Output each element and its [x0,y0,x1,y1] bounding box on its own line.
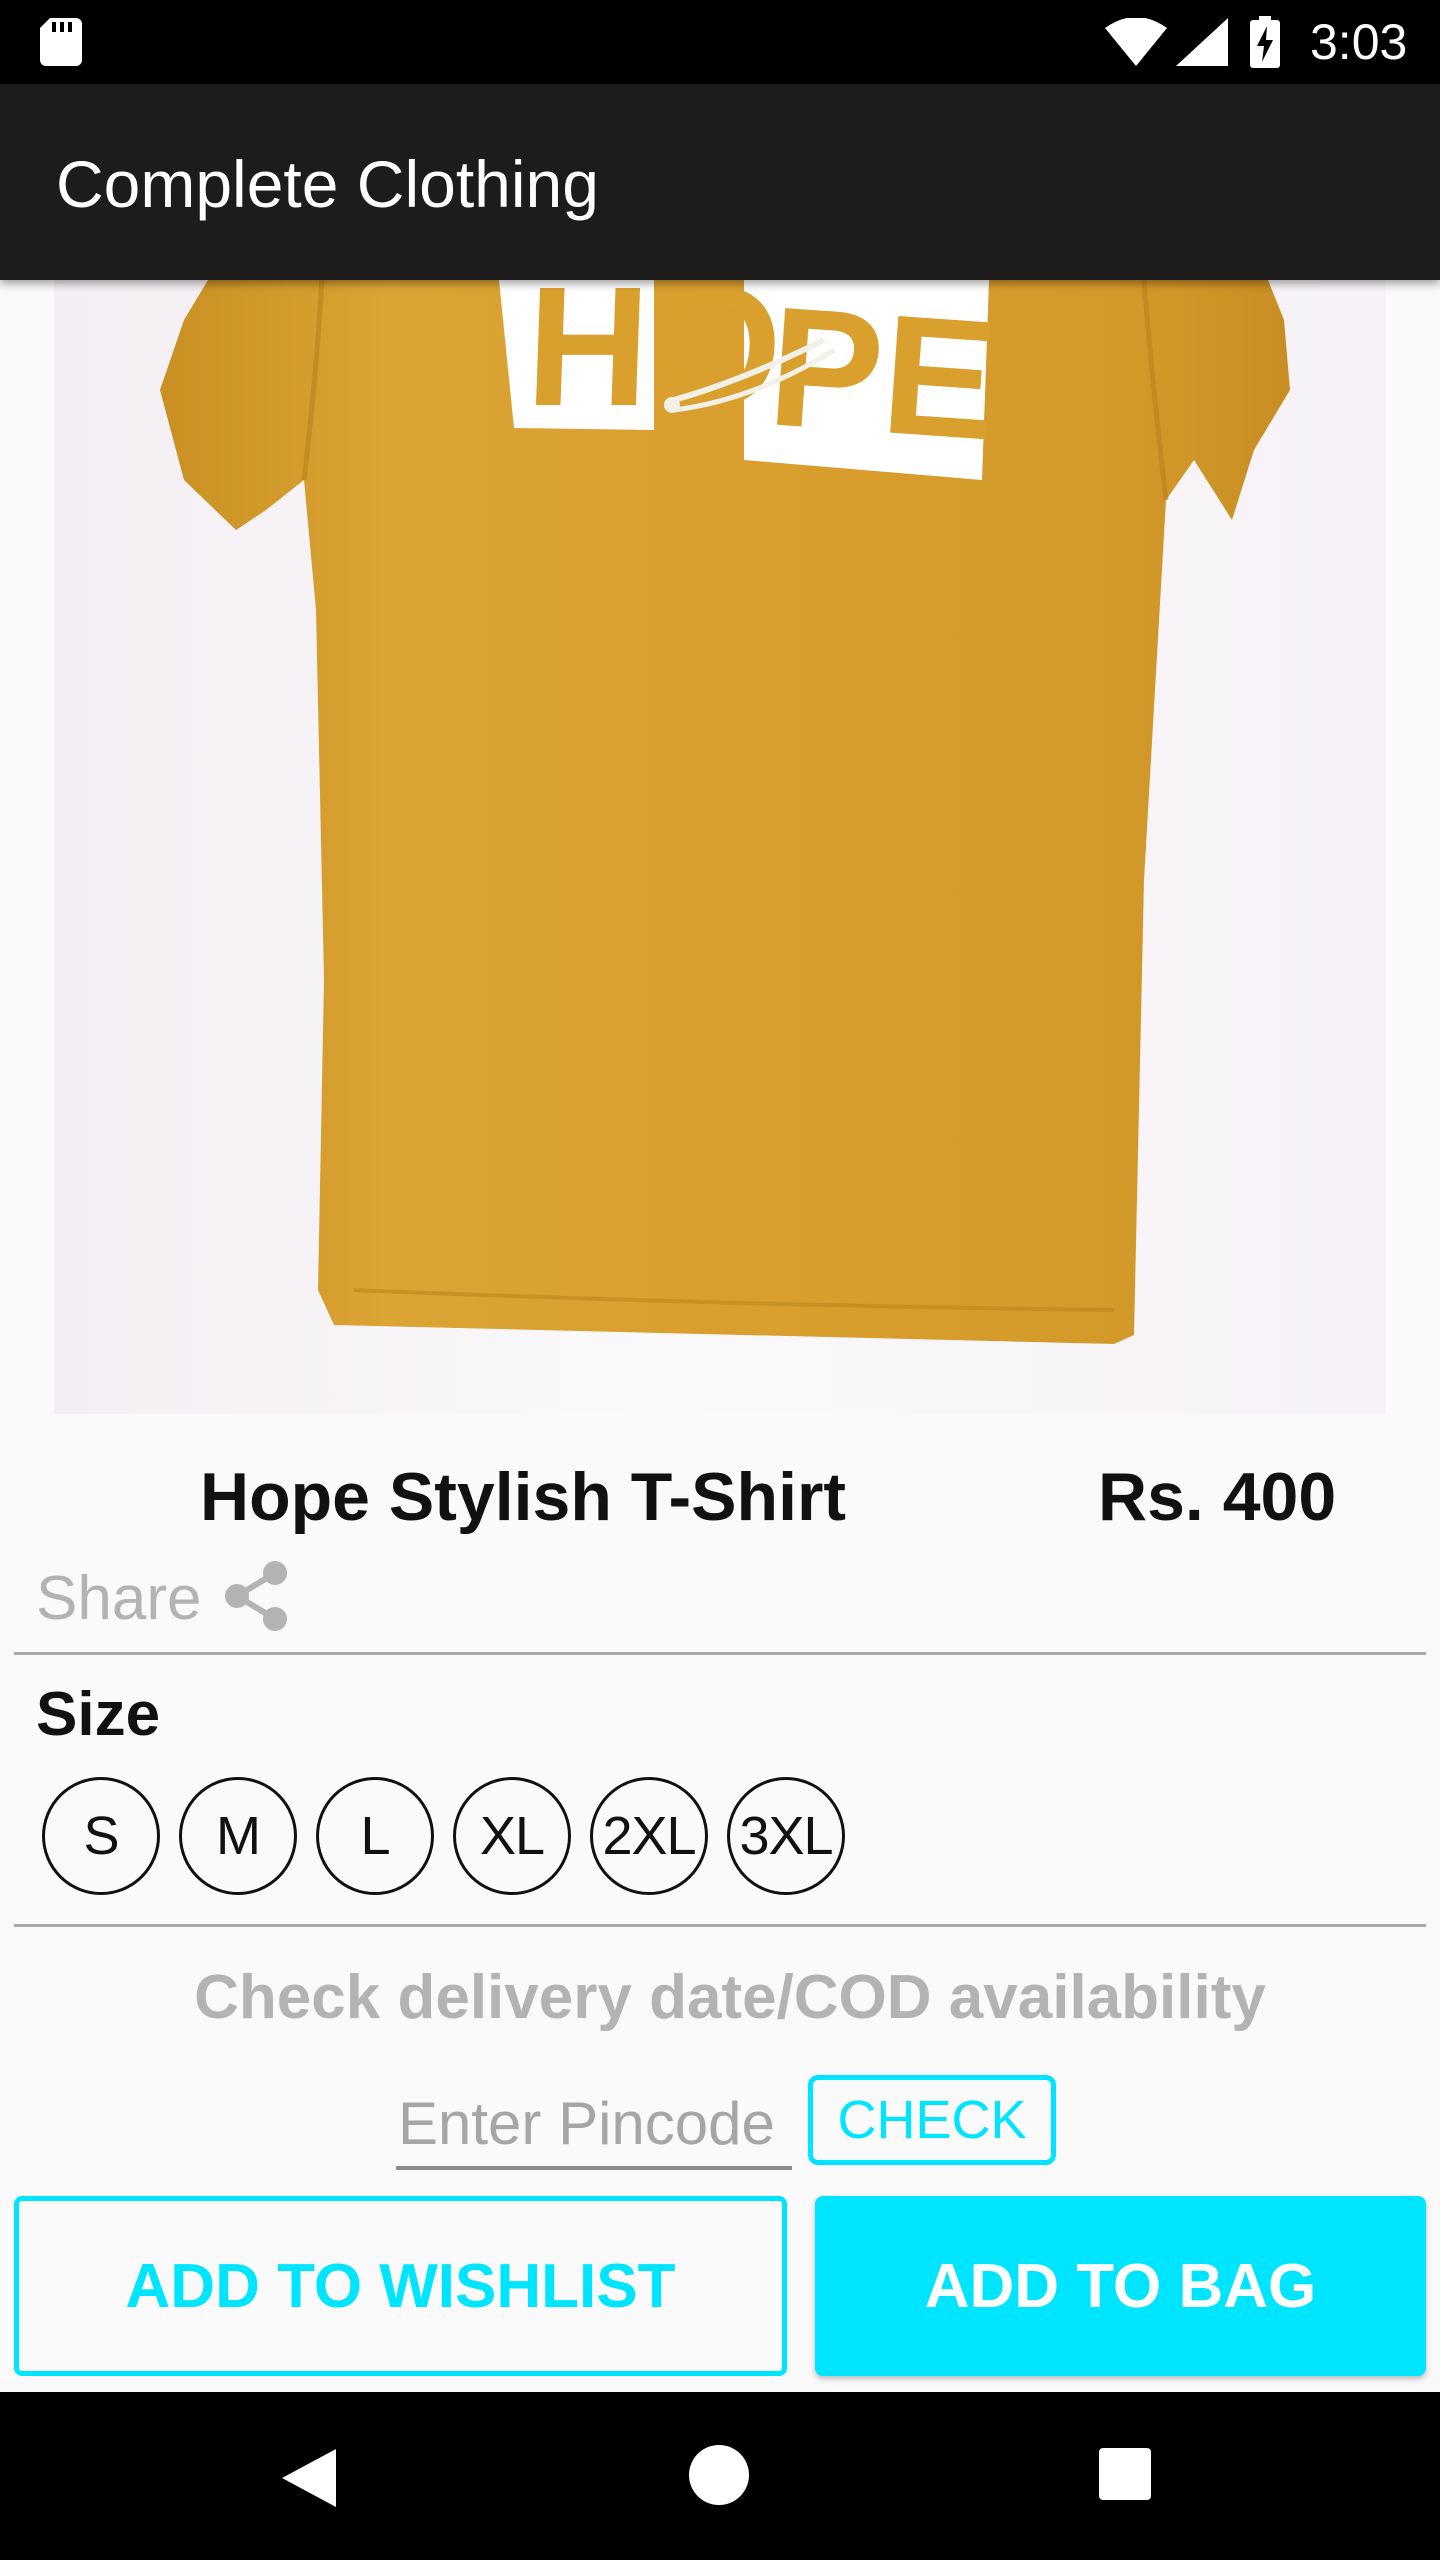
battery-charging-icon [1250,16,1280,73]
print-letters-left: HO [523,280,785,442]
status-time: 3:03 [1310,14,1408,70]
check-pincode-button[interactable]: CHECK [808,2075,1056,2165]
size-label: Size [36,1680,161,1749]
home-icon[interactable] [689,2445,749,2505]
size-options: S M L XL 2XL 3XL [42,1777,864,1895]
signal-icon [1176,18,1228,71]
back-icon[interactable] [282,2449,336,2512]
add-to-wishlist-button[interactable]: ADD TO WISHLIST [14,2196,787,2376]
product-price: Rs. 400 [1098,1459,1337,1535]
t-shirt-illustration: HO PE [160,280,1290,1344]
app-title: Complete Clothing [56,147,599,221]
pincode-input[interactable] [396,2080,792,2170]
app-bar: Complete Clothing [0,84,1440,280]
size-option-2xl[interactable]: 2XL [590,1777,708,1895]
divider [14,1652,1426,1655]
add-to-bag-button[interactable]: ADD TO BAG [815,2196,1426,2376]
product-name: Hope Stylish T-Shirt [200,1459,847,1535]
size-option-l[interactable]: L [316,1777,434,1895]
wifi-icon [1105,17,1167,71]
product-image[interactable]: HO PE [54,280,1386,1414]
divider [14,1924,1426,1927]
size-option-s[interactable]: S [42,1777,160,1895]
sd-card-icon [40,18,82,71]
print-letters-right: PE [763,280,1002,477]
size-option-3xl[interactable]: 3XL [727,1777,845,1895]
delivery-check-text: Check delivery date/COD availability [194,1963,1266,2032]
navigation-bar [0,2392,1440,2560]
size-option-xl[interactable]: XL [453,1777,571,1895]
share-label: Share [36,1563,202,1633]
recents-icon[interactable] [1099,2448,1151,2500]
status-bar: 3:03 [0,0,1440,84]
size-option-m[interactable]: M [179,1777,297,1895]
share-button[interactable]: Share [36,1555,289,1641]
share-icon [223,1560,289,1637]
